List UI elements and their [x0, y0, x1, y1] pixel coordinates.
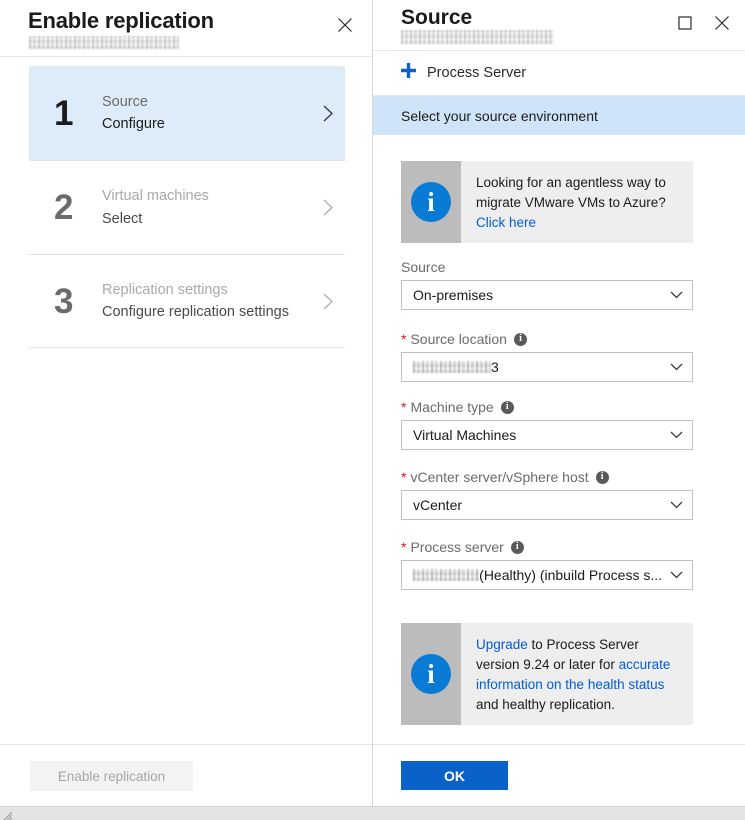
source-location-select[interactable]: 3 — [401, 352, 693, 382]
enable-replication-blade: Enable replication 1 Source Configure — [0, 0, 373, 806]
page-subtitle-redacted — [29, 36, 179, 49]
info-icon[interactable]: i — [514, 333, 527, 346]
close-button[interactable] — [330, 10, 360, 40]
field-label: * Machine type i — [401, 399, 693, 415]
chevron-down-icon — [670, 431, 683, 440]
field-source-location: * Source location i 3 — [401, 331, 693, 382]
machine-type-select[interactable]: Virtual Machines — [401, 420, 693, 450]
left-blade-footer: Enable replication — [0, 744, 372, 806]
sidebar-item-replication-settings[interactable]: 3 Replication settings Configure replica… — [29, 254, 345, 348]
required-indicator: * — [401, 470, 406, 484]
source-close-button[interactable] — [707, 8, 737, 38]
step-texts: Virtual machines Select — [102, 185, 311, 230]
info-icon: i — [411, 182, 451, 222]
sidebar-item-source[interactable]: 1 Source Configure — [29, 66, 345, 160]
process-server-select-value: (Healthy) (inbuild Process s... — [479, 567, 662, 583]
field-label-text: Process server — [410, 539, 503, 555]
click-here-link[interactable]: Click here — [476, 213, 679, 233]
chevron-down-icon — [670, 363, 683, 372]
command-bar: Process Server — [373, 51, 745, 96]
step-number: 2 — [54, 190, 102, 225]
step-name: Source — [102, 91, 311, 113]
step-number: 3 — [54, 284, 102, 319]
info-icon[interactable]: i — [596, 471, 609, 484]
step-texts: Source Configure — [102, 91, 311, 136]
section-header-source-environment: Select your source environment — [373, 96, 745, 135]
info-text: Looking for an agentless way to migrate … — [461, 161, 693, 243]
field-label-text: vCenter server/vSphere host — [410, 469, 588, 485]
enable-replication-dialog: Enable replication 1 Source Configure — [0, 0, 745, 820]
enable-replication-button[interactable]: Enable replication — [30, 761, 193, 791]
field-label-text: Source — [401, 259, 445, 275]
source-blade: Source — [373, 0, 745, 806]
field-label: * vCenter server/vSphere host i — [401, 469, 693, 485]
page-title: Enable replication — [28, 8, 214, 34]
source-location-select-value: 3 — [491, 359, 499, 375]
info-icon-cell: i — [401, 161, 461, 243]
close-icon — [337, 17, 353, 33]
step-texts: Replication settings Configure replicati… — [102, 279, 311, 324]
field-vcenter-server: * vCenter server/vSphere host i vCenter — [401, 469, 693, 520]
field-label: * Process server i — [401, 539, 693, 555]
sidebar-item-virtual-machines[interactable]: 2 Virtual machines Select — [29, 160, 345, 254]
add-process-server-button[interactable]: Process Server — [400, 59, 526, 87]
step-description: Configure — [102, 113, 311, 135]
upgrade-process-server-info-box: i Upgrade to Process Server version 9.24… — [401, 623, 693, 725]
source-select[interactable]: On-premises — [401, 280, 693, 310]
required-indicator: * — [401, 400, 406, 414]
info-text: Upgrade to Process Server version 9.24 o… — [461, 623, 693, 725]
chevron-down-icon — [670, 501, 683, 510]
info-icon[interactable]: i — [511, 541, 524, 554]
step-name: Replication settings — [102, 279, 311, 301]
chevron-down-icon — [670, 291, 683, 300]
chevron-right-icon — [311, 198, 345, 217]
field-label-text: Machine type — [410, 399, 493, 415]
required-indicator: * — [401, 332, 406, 346]
vcenter-server-select[interactable]: vCenter — [401, 490, 693, 520]
maximize-icon — [678, 16, 692, 30]
field-label-text: Source location — [410, 331, 507, 347]
maximize-button[interactable] — [670, 8, 700, 38]
step-description: Configure replication settings — [102, 301, 311, 323]
field-machine-type: * Machine type i Virtual Machines — [401, 399, 693, 450]
add-process-server-label: Process Server — [427, 65, 526, 81]
source-blade-title: Source — [401, 6, 472, 30]
info-icon[interactable]: i — [501, 401, 514, 414]
chevron-right-icon — [311, 292, 345, 311]
info-line-1: Looking for an agentless way to — [476, 173, 679, 193]
ok-button[interactable]: OK — [401, 761, 508, 790]
plus-icon — [400, 62, 417, 84]
source-blade-footer: OK — [373, 744, 745, 806]
window-bottom-strip — [0, 806, 745, 820]
chevron-down-icon — [670, 571, 683, 580]
close-icon — [714, 15, 730, 31]
field-label: Source — [401, 259, 693, 275]
vcenter-server-select-value: vCenter — [413, 497, 462, 513]
left-blade-header: Enable replication — [0, 0, 372, 57]
step-name: Virtual machines — [102, 185, 311, 207]
field-source: Source On-premises — [401, 259, 693, 310]
source-form: i Looking for an agentless way to migrat… — [373, 135, 745, 745]
info-line-2: migrate VMware VMs to Azure? — [476, 193, 679, 213]
redacted-value — [413, 569, 479, 581]
step-number: 1 — [54, 96, 102, 131]
chevron-right-icon — [311, 104, 345, 123]
info-icon: i — [411, 654, 451, 694]
resize-grip-icon[interactable] — [3, 809, 13, 819]
upgrade-text-2: and healthy replication. — [476, 697, 615, 712]
machine-type-select-value: Virtual Machines — [413, 427, 516, 443]
required-indicator: * — [401, 540, 406, 554]
step-description: Select — [102, 208, 311, 230]
source-blade-subtitle-redacted — [401, 30, 554, 44]
info-icon-cell: i — [401, 623, 461, 725]
field-process-server: * Process server i (Healthy) (inbuild Pr… — [401, 539, 693, 590]
process-server-select[interactable]: (Healthy) (inbuild Process s... — [401, 560, 693, 590]
section-header-label: Select your source environment — [401, 108, 598, 124]
field-label: * Source location i — [401, 331, 693, 347]
upgrade-link[interactable]: Upgrade — [476, 637, 528, 652]
wizard-step-list: 1 Source Configure 2 Virtual machines Se… — [29, 66, 345, 348]
agentless-migration-info-box: i Looking for an agentless way to migrat… — [401, 161, 693, 243]
source-select-value: On-premises — [413, 287, 493, 303]
redacted-value — [413, 361, 491, 373]
